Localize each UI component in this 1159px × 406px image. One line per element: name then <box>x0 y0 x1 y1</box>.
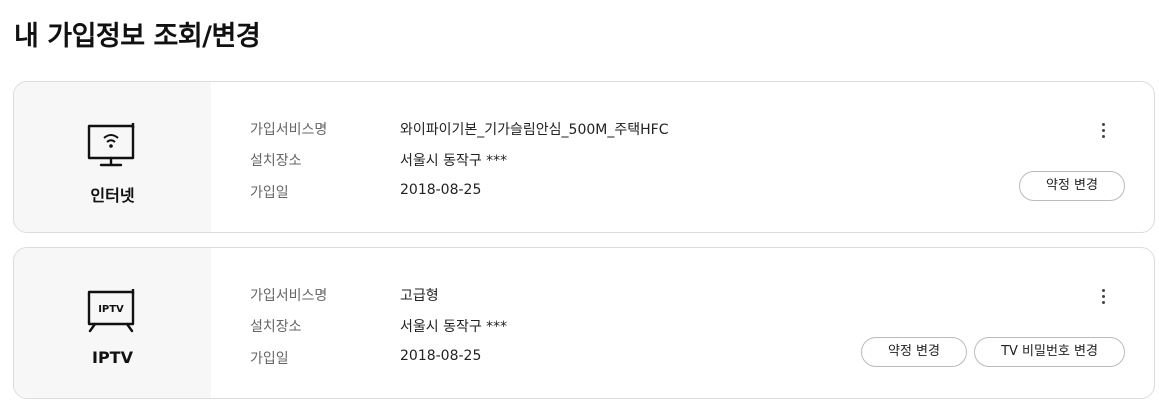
location-label: 설치장소 <box>250 319 302 335</box>
service-name-label: 가입서비스명 <box>250 122 328 138</box>
service-type-name: IPTV <box>92 348 133 367</box>
service-type-name: 인터넷 <box>90 186 135 205</box>
change-tv-password-button[interactable]: TV 비밀번호 변경 <box>974 337 1125 367</box>
join-date-label: 가입일 <box>250 185 289 201</box>
join-date-value: 2018-08-25 <box>400 348 482 364</box>
service-name-value: 와이파이기본_기가슬림안심_500M_주택HFC <box>400 122 669 138</box>
change-contract-button[interactable]: 약정 변경 <box>1019 171 1125 201</box>
service-name-label: 가입서비스명 <box>250 288 328 304</box>
wifi-monitor-icon <box>87 123 135 167</box>
service-name-value: 고급형 <box>400 288 439 304</box>
iptv-tv-icon: IPTV <box>87 289 135 333</box>
location-value: 서울시 동작구 *** <box>400 153 508 169</box>
location-label: 설치장소 <box>250 153 302 169</box>
join-date-value: 2018-08-25 <box>400 182 482 198</box>
location-value: 서울시 동작구 *** <box>400 319 508 335</box>
service-icon-panel: 인터넷 <box>14 82 211 232</box>
service-icon-panel: IPTV IPTV <box>14 248 211 398</box>
join-date-label: 가입일 <box>250 351 289 367</box>
more-options-icon[interactable] <box>1094 120 1114 140</box>
iptv-icon-text: IPTV <box>98 304 124 315</box>
internet-subscription-card: 인터넷 가입서비스명 와이파이기본_기가슬림안심_500M_주택HFC 설치장소… <box>13 81 1155 233</box>
page-title: 내 가입정보 조회/변경 <box>14 21 261 52</box>
change-contract-button[interactable]: 약정 변경 <box>861 337 967 367</box>
more-options-icon[interactable] <box>1094 286 1114 306</box>
iptv-subscription-card: IPTV IPTV 가입서비스명 고급형 설치장소 서울시 동작구 *** 가입… <box>13 247 1155 399</box>
